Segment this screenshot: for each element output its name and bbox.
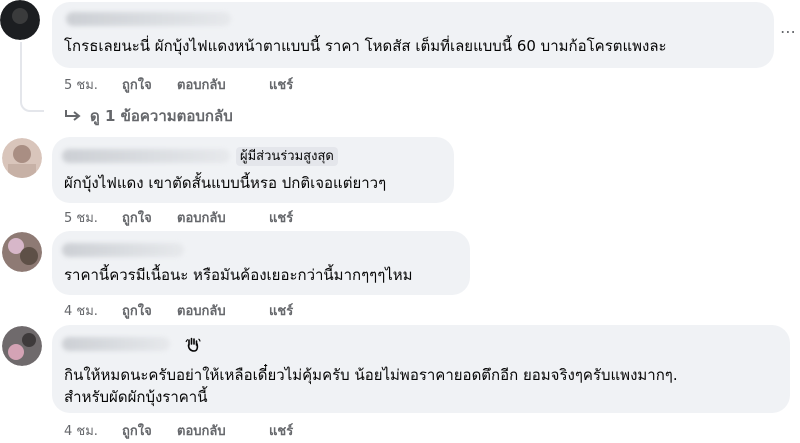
avatar[interactable] (2, 138, 42, 178)
like-button[interactable]: ถูกใจ (122, 300, 177, 321)
reply-button[interactable]: ตอบกลับ (177, 420, 269, 441)
share-button[interactable]: แชร์ (269, 420, 293, 441)
share-button[interactable]: แชร์ (269, 207, 293, 228)
comment-bubble: ผู้มีส่วนร่วมสูงสุด ผักบุ้งไฟแดง เขาตัดส… (52, 137, 454, 203)
reply-button[interactable]: ตอบกลับ (177, 300, 269, 321)
avatar[interactable] (2, 232, 42, 272)
comment-time[interactable]: 4 ชม. (64, 420, 122, 441)
comment-actions: 4 ชม. ถูกใจ ตอบกลับ แชร์ (64, 300, 293, 321)
author-name[interactable] (62, 337, 170, 351)
like-button[interactable]: ถูกใจ (122, 420, 177, 441)
reply-arrow-icon (65, 110, 81, 121)
author-name[interactable] (62, 149, 230, 163)
comment-bubble: ราคานี้ควรมีเนื้อนะ หรือมันค้องเยอะกว่าน… (52, 231, 470, 295)
avatar[interactable] (0, 0, 40, 40)
view-replies-label: ดู 1 ข้อความตอบกลับ (90, 107, 233, 125)
waving-hand-glyph (185, 337, 201, 352)
comment-text: ราคานี้ควรมีเนื้อนะ หรือมันค้องเยอะกว่าน… (64, 266, 413, 284)
author-name[interactable] (66, 12, 231, 26)
comment-text-line-1: กินให้หมดนะครับอย่าให้เหลือเดี๋ยวไม่คุ้ม… (64, 366, 678, 384)
comment-text: โกรธเลยนะนี่ ผักบุ้งไฟแดงหน้าตาแบบนี้ รา… (64, 37, 667, 55)
comment-text-line-2: สำหรับผัดผักบุ้งราคานี้ (64, 388, 208, 406)
top-contributor-badge: ผู้มีส่วนร่วมสูงสุด (236, 147, 338, 166)
reply-button[interactable]: ตอบกลับ (177, 74, 269, 95)
share-button[interactable]: แชร์ (269, 74, 293, 95)
comment-bubble: โกรธเลยนะนี่ ผักบุ้งไฟแดงหน้าตาแบบนี้ รา… (52, 2, 774, 68)
like-button[interactable]: ถูกใจ (122, 207, 177, 228)
reply-button[interactable]: ตอบกลับ (177, 207, 269, 228)
more-options-icon[interactable]: ⋯ (780, 24, 797, 40)
author-name[interactable] (62, 243, 184, 257)
avatar-image (0, 0, 40, 40)
avatar-image (2, 326, 42, 366)
avatar-image (2, 232, 42, 272)
avatar-image (2, 138, 42, 178)
comment-actions: 5 ชม. ถูกใจ ตอบกลับ แชร์ (64, 207, 293, 228)
thread-line (20, 42, 22, 87)
thread-line-curve (20, 86, 44, 112)
comment-time[interactable]: 5 ชม. (64, 74, 122, 95)
avatar[interactable] (2, 326, 42, 366)
share-button[interactable]: แชร์ (269, 300, 293, 321)
waving-hand-icon (182, 333, 204, 355)
comment-actions: 4 ชม. ถูกใจ ตอบกลับ แชร์ (64, 420, 293, 441)
like-button[interactable]: ถูกใจ (122, 74, 177, 95)
comment-text: ผักบุ้งไฟแดง เขาตัดสั้นแบบนี้หรอ ปกติเจอ… (64, 174, 387, 192)
comment-actions: 5 ชม. ถูกใจ ตอบกลับ แชร์ (64, 74, 293, 95)
view-replies-link[interactable]: ดู 1 ข้อความตอบกลับ (64, 104, 233, 128)
comment-time[interactable]: 5 ชม. (64, 207, 122, 228)
comment-time[interactable]: 4 ชม. (64, 300, 122, 321)
comment-bubble: กินให้หมดนะครับอย่าให้เหลือเดี๋ยวไม่คุ้ม… (52, 325, 790, 413)
